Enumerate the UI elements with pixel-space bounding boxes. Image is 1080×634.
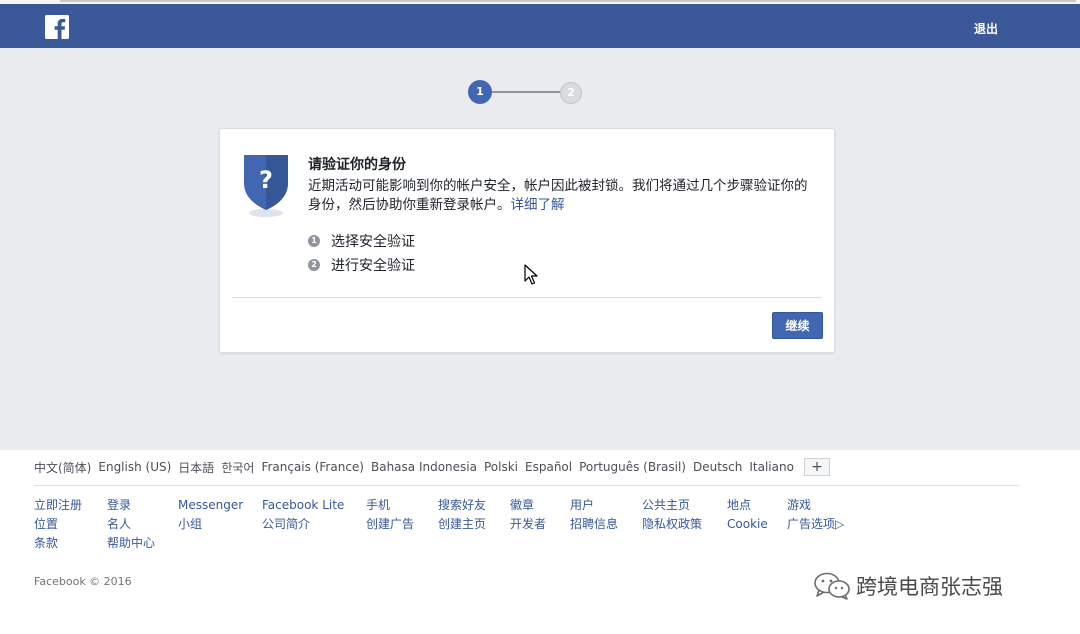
footer-link[interactable]: Facebook Lite <box>262 496 344 515</box>
step-label: 选择安全验证 <box>331 234 415 250</box>
step-label: 进行安全验证 <box>331 258 415 274</box>
mouse-cursor-icon <box>524 264 538 286</box>
language-selector: 中文(简体) English (US) 日本語 한국어 Français (Fr… <box>34 457 830 477</box>
footer-link[interactable]: 条款 <box>34 534 82 553</box>
footer-link[interactable]: 徽章 <box>510 496 546 515</box>
footer-link[interactable]: 帮助中心 <box>107 534 155 553</box>
more-languages-button[interactable]: + <box>803 458 830 476</box>
footer-link-column: 用户 招聘信息 <box>570 496 618 534</box>
footer-link[interactable]: 地点 <box>727 496 768 515</box>
stepper-connector <box>492 91 560 93</box>
progress-stepper: 1 2 <box>468 80 586 106</box>
footer-link-column: 徽章 开发者 <box>510 496 546 534</box>
footer-link[interactable]: 登录 <box>107 496 155 515</box>
footer-link-column: Facebook Lite 公司简介 <box>262 496 344 534</box>
step-number-badge: 2 <box>308 259 320 271</box>
facebook-logo-icon[interactable] <box>45 15 69 39</box>
footer-link[interactable]: 招聘信息 <box>570 515 618 534</box>
card-title: 请验证你的身份 <box>308 157 406 173</box>
step-indicator-1: 1 <box>468 80 492 104</box>
continue-button[interactable]: 继续 <box>772 312 823 339</box>
footer-divider <box>34 485 1019 486</box>
language-link[interactable]: Português (Brasil) <box>579 460 686 474</box>
footer-link-column: 地点 Cookie <box>727 496 768 534</box>
language-link[interactable]: Polski <box>484 460 518 474</box>
language-link[interactable]: Italiano <box>749 460 794 474</box>
card-description: 近期活动可能影响到你的帐户安全，帐户因此被封锁。我们将通过几个步骤验证你的身份，… <box>308 177 818 215</box>
verify-identity-card: ? 请验证你的身份 近期活动可能影响到你的帐户安全，帐户因此被封锁。我们将通过几… <box>219 128 835 353</box>
question-shield-icon: ? <box>244 153 288 219</box>
language-link[interactable]: English (US) <box>98 460 171 474</box>
language-link[interactable]: Bahasa Indonesia <box>371 460 477 474</box>
verification-steps-list: 1 选择安全验证 2 进行安全验证 <box>308 229 415 277</box>
watermark-text: 跨境电商张志强 <box>856 575 1003 599</box>
footer-link[interactable]: 小组 <box>178 515 243 534</box>
footer-link[interactable]: Messenger <box>178 496 243 515</box>
footer-link[interactable]: 公司简介 <box>262 515 344 534</box>
logout-link[interactable]: 退出 <box>974 20 998 37</box>
footer-link-column: 公共主页 隐私权政策 <box>642 496 702 534</box>
footer-link[interactable]: 名人 <box>107 515 155 534</box>
language-link[interactable]: Español <box>525 460 572 474</box>
top-navigation-bar: 退出 <box>0 4 1080 48</box>
footer-link-column: Messenger 小组 <box>178 496 243 534</box>
card-divider <box>232 297 822 298</box>
step-number-badge: 1 <box>308 235 320 247</box>
language-link[interactable]: 中文(简体) <box>34 459 91 476</box>
footer-link[interactable]: 游戏 <box>787 496 844 515</box>
language-link[interactable]: Deutsch <box>693 460 742 474</box>
copyright-text: Facebook © 2016 <box>34 575 132 588</box>
list-item: 1 选择安全验证 <box>308 229 415 253</box>
wechat-icon <box>814 572 850 600</box>
footer-link-column: 搜索好友 创建主页 <box>438 496 486 534</box>
footer-link[interactable]: 开发者 <box>510 515 546 534</box>
footer-link[interactable]: 公共主页 <box>642 496 702 515</box>
footer-link[interactable]: 手机 <box>366 496 414 515</box>
svg-text:?: ? <box>259 166 273 194</box>
footer-link[interactable]: 隐私权政策 <box>642 515 702 534</box>
footer-link-column: 立即注册 位置 条款 <box>34 496 82 553</box>
step-indicator-2: 2 <box>560 82 582 104</box>
language-link[interactable]: 한국어 <box>221 459 254 476</box>
footer-link[interactable]: 位置 <box>34 515 82 534</box>
footer-link-column: 登录 名人 帮助中心 <box>107 496 155 553</box>
footer-link[interactable]: 搜索好友 <box>438 496 486 515</box>
learn-more-link[interactable]: 详细了解 <box>511 197 565 213</box>
footer-link-column: 游戏 广告选项▷ <box>787 496 844 534</box>
list-item: 2 进行安全验证 <box>308 253 415 277</box>
footer-link-column: 手机 创建广告 <box>366 496 414 534</box>
language-link[interactable]: 日本語 <box>178 459 214 476</box>
footer-link[interactable]: Cookie <box>727 515 768 534</box>
footer-link[interactable]: 创建主页 <box>438 515 486 534</box>
watermark: 跨境电商张志强 <box>812 568 1003 604</box>
footer-link[interactable]: 广告选项▷ <box>787 515 844 534</box>
footer-link[interactable]: 用户 <box>570 496 618 515</box>
browser-top-line <box>60 0 1076 2</box>
footer-link[interactable]: 立即注册 <box>34 496 82 515</box>
footer-link[interactable]: 创建广告 <box>366 515 414 534</box>
language-link[interactable]: Français (France) <box>261 460 364 474</box>
